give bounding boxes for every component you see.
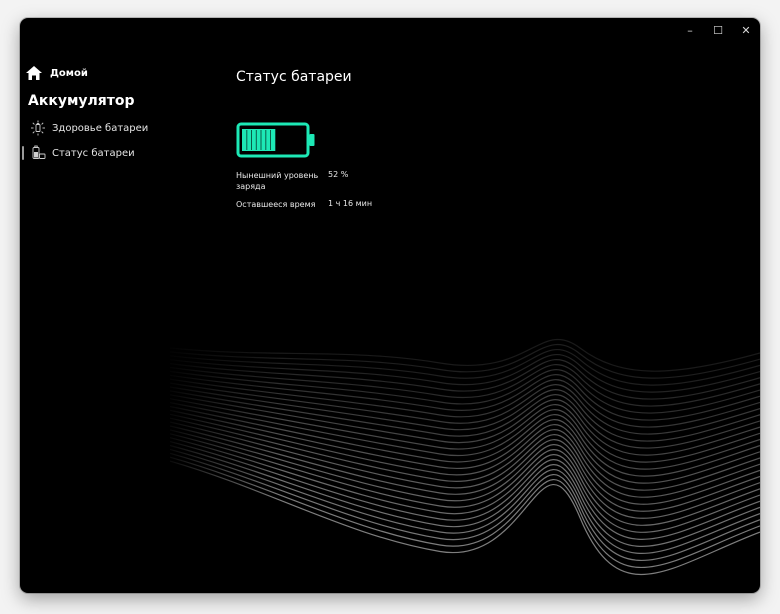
battery-level-icon bbox=[236, 122, 315, 158]
home-icon bbox=[26, 66, 42, 80]
nav-home-label: Домой bbox=[50, 67, 88, 79]
minimize-button[interactable]: – bbox=[676, 18, 704, 42]
sidebar-item-battery-status[interactable]: Статус батареи bbox=[22, 144, 135, 162]
sidebar-item-label: Здоровье батареи bbox=[52, 122, 149, 134]
sidebar-item-battery-health[interactable]: Здоровье батареи bbox=[22, 119, 148, 137]
info-value-charge: 52 % bbox=[328, 170, 349, 179]
close-button[interactable]: ✕ bbox=[732, 18, 760, 42]
sidebar-item-label: Статус батареи bbox=[52, 147, 135, 159]
window-controls: – ☐ ✕ bbox=[676, 18, 760, 42]
page-title: Статус батареи bbox=[236, 69, 352, 85]
info-label-time: Оставшееся время bbox=[236, 200, 316, 209]
battery-health-icon bbox=[31, 120, 45, 136]
selection-indicator bbox=[22, 121, 24, 135]
info-value-time: 1 ч 16 мин bbox=[328, 199, 373, 208]
info-label-charge: Нынешний уровень заряда bbox=[236, 171, 319, 191]
sidebar-section-title: Аккумулятор bbox=[28, 93, 135, 109]
nav-home[interactable]: Домой bbox=[26, 66, 88, 80]
maximize-button[interactable]: ☐ bbox=[704, 18, 732, 42]
battery-status-icon bbox=[32, 145, 46, 159]
selection-indicator bbox=[22, 146, 24, 160]
app-window: – ☐ ✕ Домой Аккумулятор Здоровье батареи… bbox=[20, 18, 760, 593]
